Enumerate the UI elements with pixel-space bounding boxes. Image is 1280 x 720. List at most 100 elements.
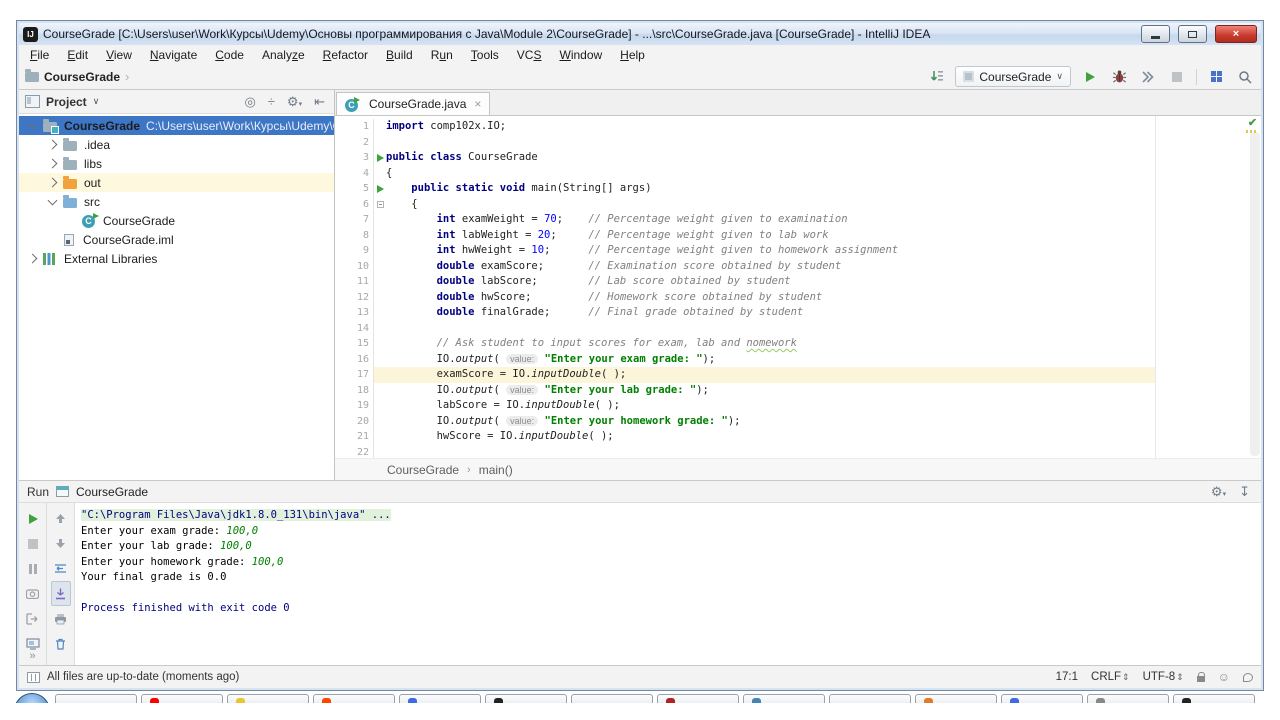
scroll-to-end-icon[interactable] [51,581,71,606]
line-number[interactable]: 4 [335,166,374,182]
hide-panel-icon[interactable]: ⇤ [311,95,328,108]
breadcrumb-class[interactable]: CourseGrade [387,463,459,477]
taskbar-button-9[interactable] [743,694,825,703]
toolbar-breadcrumb[interactable]: CourseGrade [44,70,120,84]
caret-position[interactable]: 17:1 [1056,671,1078,683]
run-line-icon[interactable] [374,150,386,166]
menu-item-analyze[interactable]: Analyze [253,48,314,62]
menu-item-navigate[interactable]: Navigate [141,48,206,62]
run-configuration-selector[interactable]: CourseGrade ∨ [955,66,1071,87]
tree-chevron-icon[interactable] [28,119,38,129]
stop-process-button[interactable] [23,531,43,556]
line-number[interactable]: 12 [335,290,374,306]
inspection-status-icon[interactable]: ✔ [1246,116,1259,133]
hide-run-panel-icon[interactable]: ↧ [1236,485,1253,498]
chevron-down-icon[interactable]: ∨ [93,96,100,107]
gear-icon[interactable]: ⚙▾ [284,95,305,108]
hector-inspector-icon[interactable]: ☺ [1218,670,1230,684]
tree-item-coursegrade[interactable]: CCourseGrade [19,211,334,230]
line-number[interactable]: 3 [335,150,374,166]
menu-item-window[interactable]: Window [550,48,611,62]
taskbar-button-10[interactable] [829,694,911,703]
code-line-3[interactable]: 3public class CourseGrade [335,150,1261,166]
minimize-button[interactable] [1141,25,1170,43]
tree-chevron-icon[interactable] [48,195,58,205]
close-tab-icon[interactable]: × [474,97,481,111]
fold-marker-icon[interactable] [374,197,386,213]
tab-coursegrade-java[interactable]: C CourseGrade.java × [336,92,490,115]
line-ending-selector[interactable]: CRLF⇕ [1091,671,1130,683]
line-number[interactable]: 1 [335,119,374,135]
menu-item-tools[interactable]: Tools [462,48,508,62]
line-number[interactable]: 5 [335,181,374,197]
code-line-13[interactable]: 13 double finalGrade; // Final grade obt… [335,305,1261,321]
code-line-8[interactable]: 8 int labWeight = 20; // Percentage weig… [335,228,1261,244]
stop-button[interactable] [1167,67,1187,87]
code-line-10[interactable]: 10 double examScore; // Examination scor… [335,259,1261,275]
editor-scrollbar[interactable] [1250,132,1260,456]
taskbar-button-3[interactable] [227,694,309,703]
sort-lines-icon[interactable] [926,67,946,87]
line-number[interactable]: 7 [335,212,374,228]
menu-item-code[interactable]: Code [206,48,253,62]
debug-button[interactable] [1109,67,1129,87]
code-line-5[interactable]: 5 public static void main(String[] args) [335,181,1261,197]
taskbar-button-12[interactable] [1001,694,1083,703]
pause-output-button[interactable] [23,556,43,581]
taskbar-button-5[interactable] [399,694,481,703]
line-number[interactable]: 16 [335,352,374,368]
structure-grid-icon[interactable] [1206,67,1226,87]
run-panel-gear-icon[interactable]: ⚙▾ [1208,485,1229,498]
line-number[interactable]: 9 [335,243,374,259]
menu-item-view[interactable]: View [97,48,141,62]
soft-wrap-icon[interactable] [51,556,71,581]
down-stack-icon[interactable] [51,531,71,556]
code-line-4[interactable]: 4{ [335,166,1261,182]
taskbar-button-13[interactable] [1087,694,1169,703]
code-line-7[interactable]: 7 int examWeight = 70; // Percentage wei… [335,212,1261,228]
print-icon[interactable] [51,606,71,631]
menu-item-edit[interactable]: Edit [58,48,97,62]
collapse-all-icon[interactable]: ÷ [265,95,278,108]
taskbar-button-7[interactable] [571,694,653,703]
line-number[interactable]: 17 [335,367,374,383]
line-number[interactable]: 18 [335,383,374,399]
search-everywhere-icon[interactable] [1235,67,1255,87]
run-line-icon[interactable] [374,181,386,197]
line-number[interactable]: 14 [335,321,374,337]
line-number[interactable]: 10 [335,259,374,275]
locate-file-icon[interactable]: ◎ [241,95,258,108]
close-button[interactable]: × [1215,25,1257,43]
readonly-lock-icon[interactable] [1197,676,1205,682]
code-line-22[interactable]: 22 [335,445,1261,459]
tree-chevron-icon[interactable] [48,159,58,169]
code-line-14[interactable]: 14 [335,321,1261,337]
line-number[interactable]: 15 [335,336,374,352]
project-panel-title[interactable]: Project [46,95,87,109]
taskbar-button-8[interactable] [657,694,739,703]
menu-item-run[interactable]: Run [422,48,462,62]
taskbar-button-6[interactable] [485,694,567,703]
title-bar[interactable]: IJ CourseGrade [C:\Users\user\Work\Курсы… [19,23,1261,45]
line-number[interactable]: 8 [335,228,374,244]
line-number[interactable]: 20 [335,414,374,430]
up-stack-icon[interactable] [51,506,71,531]
run-button[interactable] [1080,67,1100,87]
code-editor[interactable]: ✔ 1import comp102x.IO;23public class Cou… [335,116,1261,458]
code-line-18[interactable]: 18 IO.output( value: "Enter your lab gra… [335,383,1261,399]
line-number[interactable]: 21 [335,429,374,445]
menu-item-file[interactable]: File [21,48,58,62]
line-number[interactable]: 6 [335,197,374,213]
tree-chevron-icon[interactable] [28,254,38,264]
tree-item-src[interactable]: src [19,192,334,211]
taskbar-button-14[interactable] [1173,694,1255,703]
clear-console-icon[interactable] [51,631,71,656]
code-line-15[interactable]: 15 // Ask student to input scores for ex… [335,336,1261,352]
code-line-6[interactable]: 6 { [335,197,1261,213]
line-number[interactable]: 13 [335,305,374,321]
tree-item-external-libraries[interactable]: External Libraries [19,249,334,268]
tree-item-coursegrade-iml[interactable]: CourseGrade.iml [19,230,334,249]
tree-chevron-icon[interactable] [48,140,58,150]
code-line-12[interactable]: 12 double hwScore; // Homework score obt… [335,290,1261,306]
maximize-button[interactable] [1178,25,1207,43]
